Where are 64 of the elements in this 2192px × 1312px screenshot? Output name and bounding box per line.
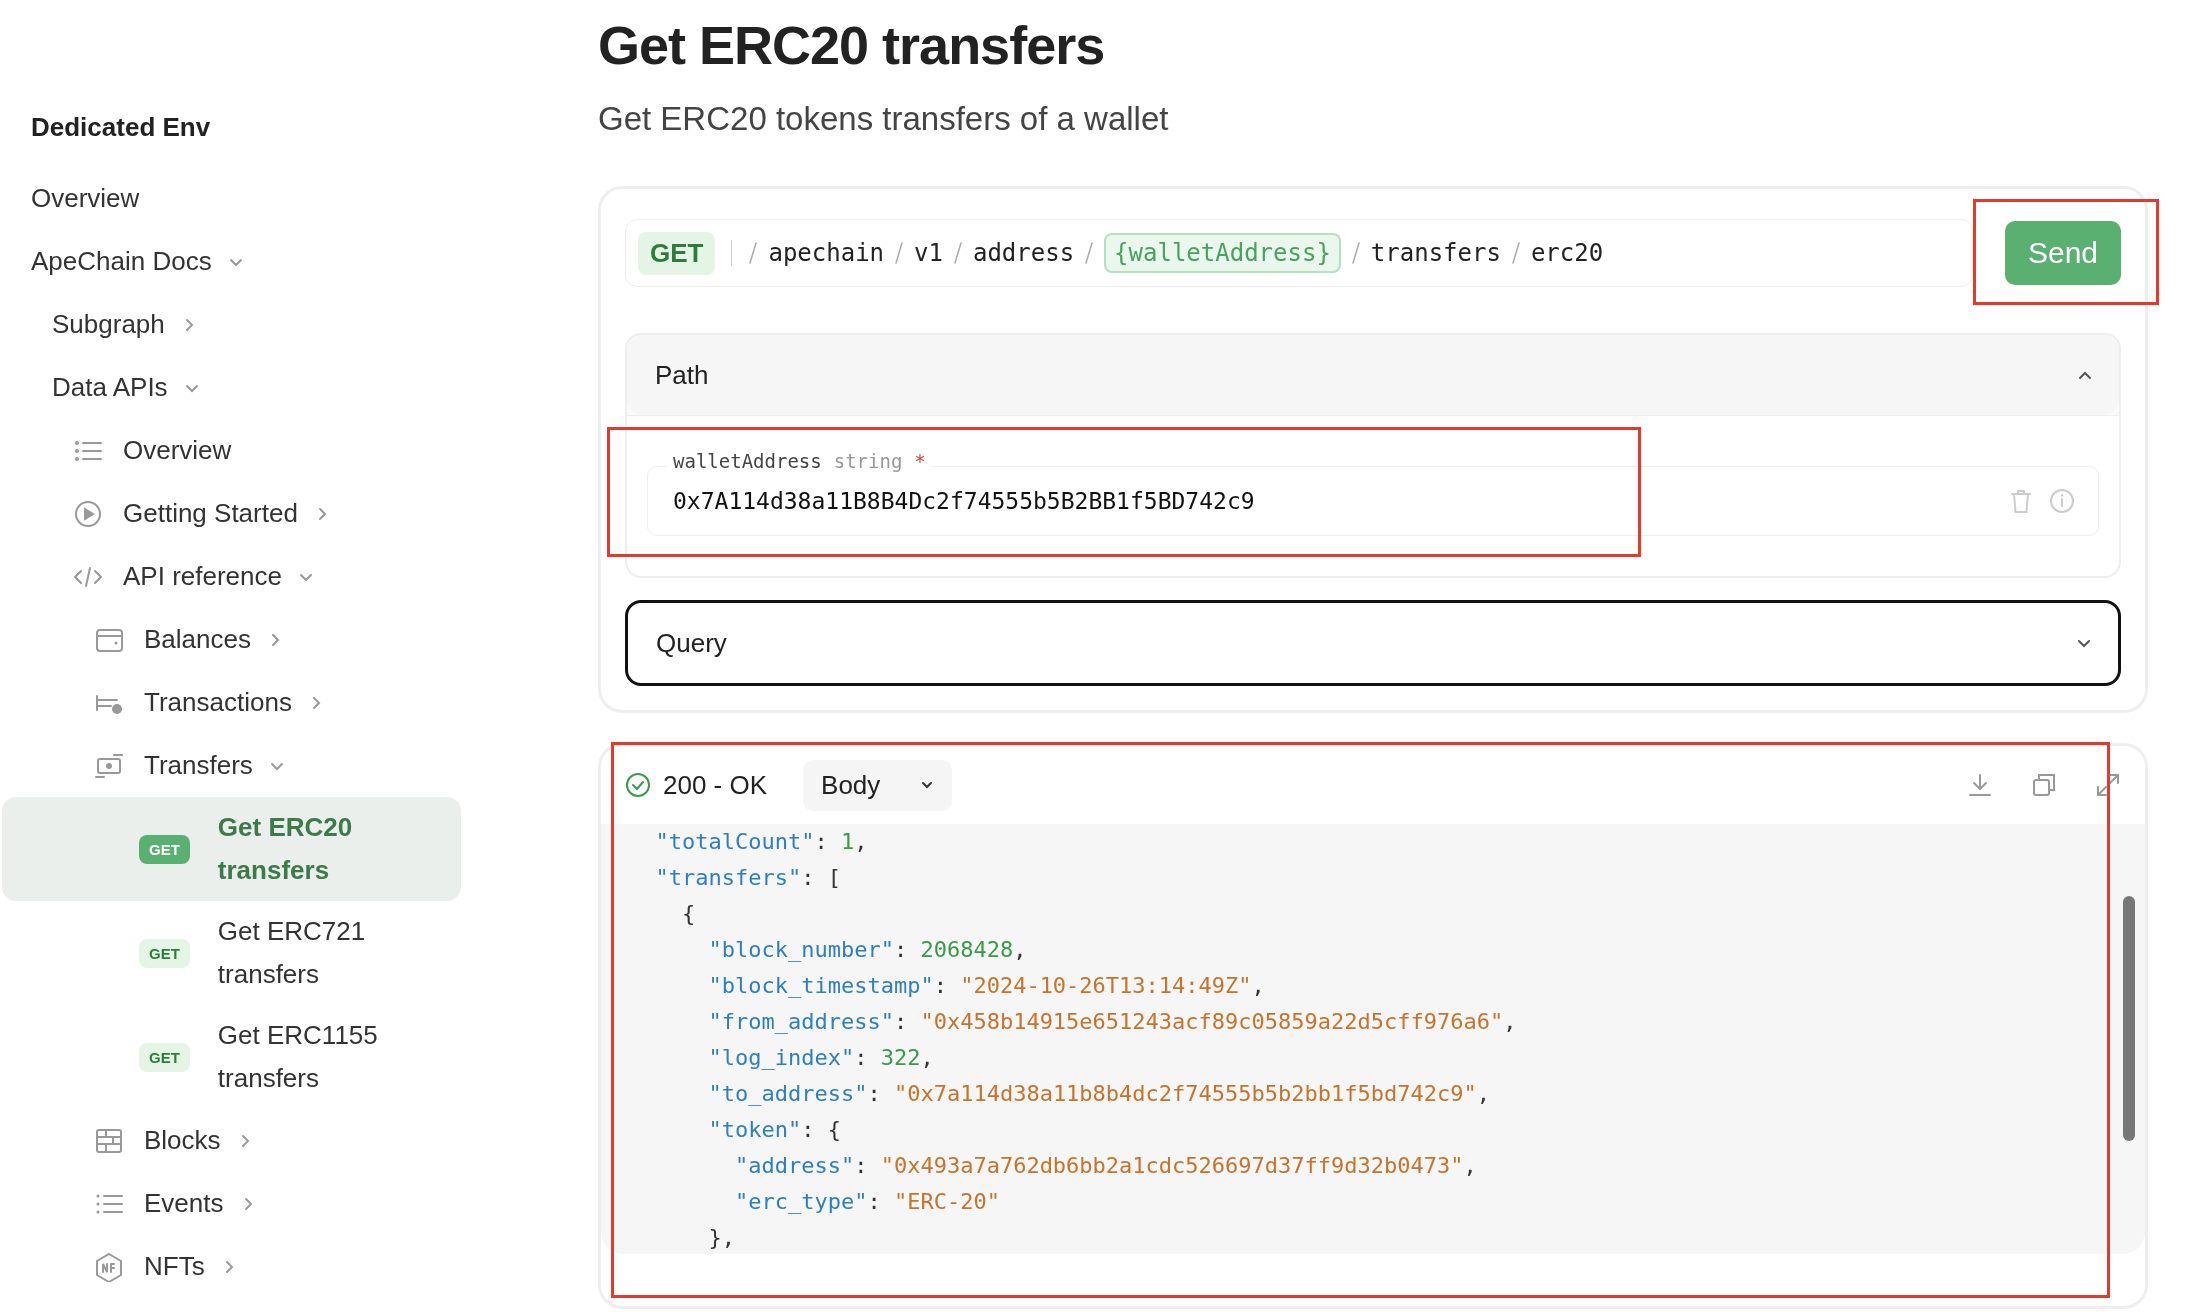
sidebar-item[interactable]: Getting Started: [0, 482, 465, 545]
sidebar-item[interactable]: NFTs: [0, 1235, 465, 1298]
sidebar-item[interactable]: Subgraph: [0, 293, 465, 356]
sidebar-item[interactable]: Transactions: [0, 671, 465, 734]
copy-icon[interactable]: [2031, 772, 2057, 798]
sidebar-item[interactable]: GET Get ERC1155 transfers: [2, 1005, 461, 1109]
path-text: v1: [914, 239, 943, 267]
check-circle-icon: [625, 772, 651, 798]
code-line: "from_address": "0x458b14915e651243acf89c05859a22d5cff976a6",: [707, 1008, 1518, 1036]
trash-icon[interactable]: [2009, 488, 2033, 514]
slash-icon: [952, 241, 963, 265]
sidebar-item[interactable]: API reference: [0, 545, 465, 608]
method-badge: GET: [638, 231, 716, 275]
sidebar-item[interactable]: Overview: [0, 419, 465, 482]
section-title: Path: [655, 359, 709, 391]
info-icon[interactable]: [2049, 488, 2075, 514]
code-line: "totalCount": 1,: [654, 828, 869, 856]
path-text: transfers: [1370, 239, 1501, 267]
slash-icon: [1510, 241, 1521, 265]
path-text: erc20: [1530, 239, 1604, 267]
scrollbar[interactable]: [2123, 896, 2135, 1141]
sidebar-item[interactable]: Transfers: [0, 734, 465, 797]
slash-icon: [1350, 241, 1361, 265]
slash-icon: [894, 241, 905, 265]
expand-icon[interactable]: [2095, 772, 2121, 798]
sidebar-item[interactable]: Blocks: [0, 1109, 465, 1172]
code-line: },: [707, 1224, 736, 1252]
code-line: "block_timestamp": "2024-10-26T13:14:49Z",: [707, 972, 1266, 1000]
method-badge: GET: [139, 834, 190, 864]
code-line: "to_address": "0x7a114d38a11b8b4dc2f74555b5b2bb1f5bd742c9",: [707, 1080, 1491, 1108]
code-line: "token": {: [707, 1116, 842, 1144]
field-value: 0x7A114d38a11B8B4Dc2f74555b5B2BB1f5BD742c9: [673, 488, 1256, 514]
hexagon-icon: [94, 1251, 124, 1282]
sidebar-item[interactable]: Events: [0, 1172, 465, 1235]
code-line: "address": "0x493a7a762db6bb2a1cdc526697d37ff9d32b0473",: [733, 1152, 1478, 1180]
download-icon[interactable]: [1967, 772, 1993, 798]
field-type: string: [833, 450, 903, 472]
path-parameter: {walletAddress}: [1104, 233, 1341, 273]
code-line: "block_number": 2068428,: [707, 936, 1028, 964]
field-label: walletAddress: [673, 450, 822, 472]
path-text: apechain: [768, 239, 885, 267]
sidebar-item[interactable]: GET Get ERC721 transfers: [2, 901, 461, 1005]
path-text: address: [972, 239, 1075, 267]
code-line: "erc_type": "ERC-20": [733, 1188, 1001, 1216]
slash-icon: [1084, 241, 1095, 265]
sidebar-item[interactable]: GET Get ERC20 transfers: [2, 797, 461, 901]
status-text: 200 - OK: [663, 769, 768, 801]
sidebar-item[interactable]: Data APIs: [0, 356, 465, 419]
code-line: {: [680, 900, 697, 928]
play-icon: [73, 498, 103, 529]
method-badge: GET: [139, 1042, 190, 1072]
sidebar-item[interactable]: Overview: [0, 167, 465, 230]
page-title: Get ERC20 transfers: [598, 14, 1105, 76]
sidebar-item[interactable]: ApeChain Docs: [0, 230, 465, 293]
sidebar-heading: Dedicated Env: [30, 112, 211, 143]
section-title: Query: [656, 627, 727, 659]
view-dropdown[interactable]: Body: [803, 759, 953, 811]
code-line: "transfers": [: [654, 864, 842, 892]
code-line: "log_index": 322,: [707, 1044, 935, 1072]
slash-icon: [748, 241, 759, 265]
page-subtitle: Get ERC20 tokens transfers of a wallet: [598, 100, 1169, 138]
sidebar-item[interactable]: Balances: [0, 608, 465, 671]
required-mark: *: [914, 450, 926, 472]
method-badge: GET: [139, 938, 190, 968]
